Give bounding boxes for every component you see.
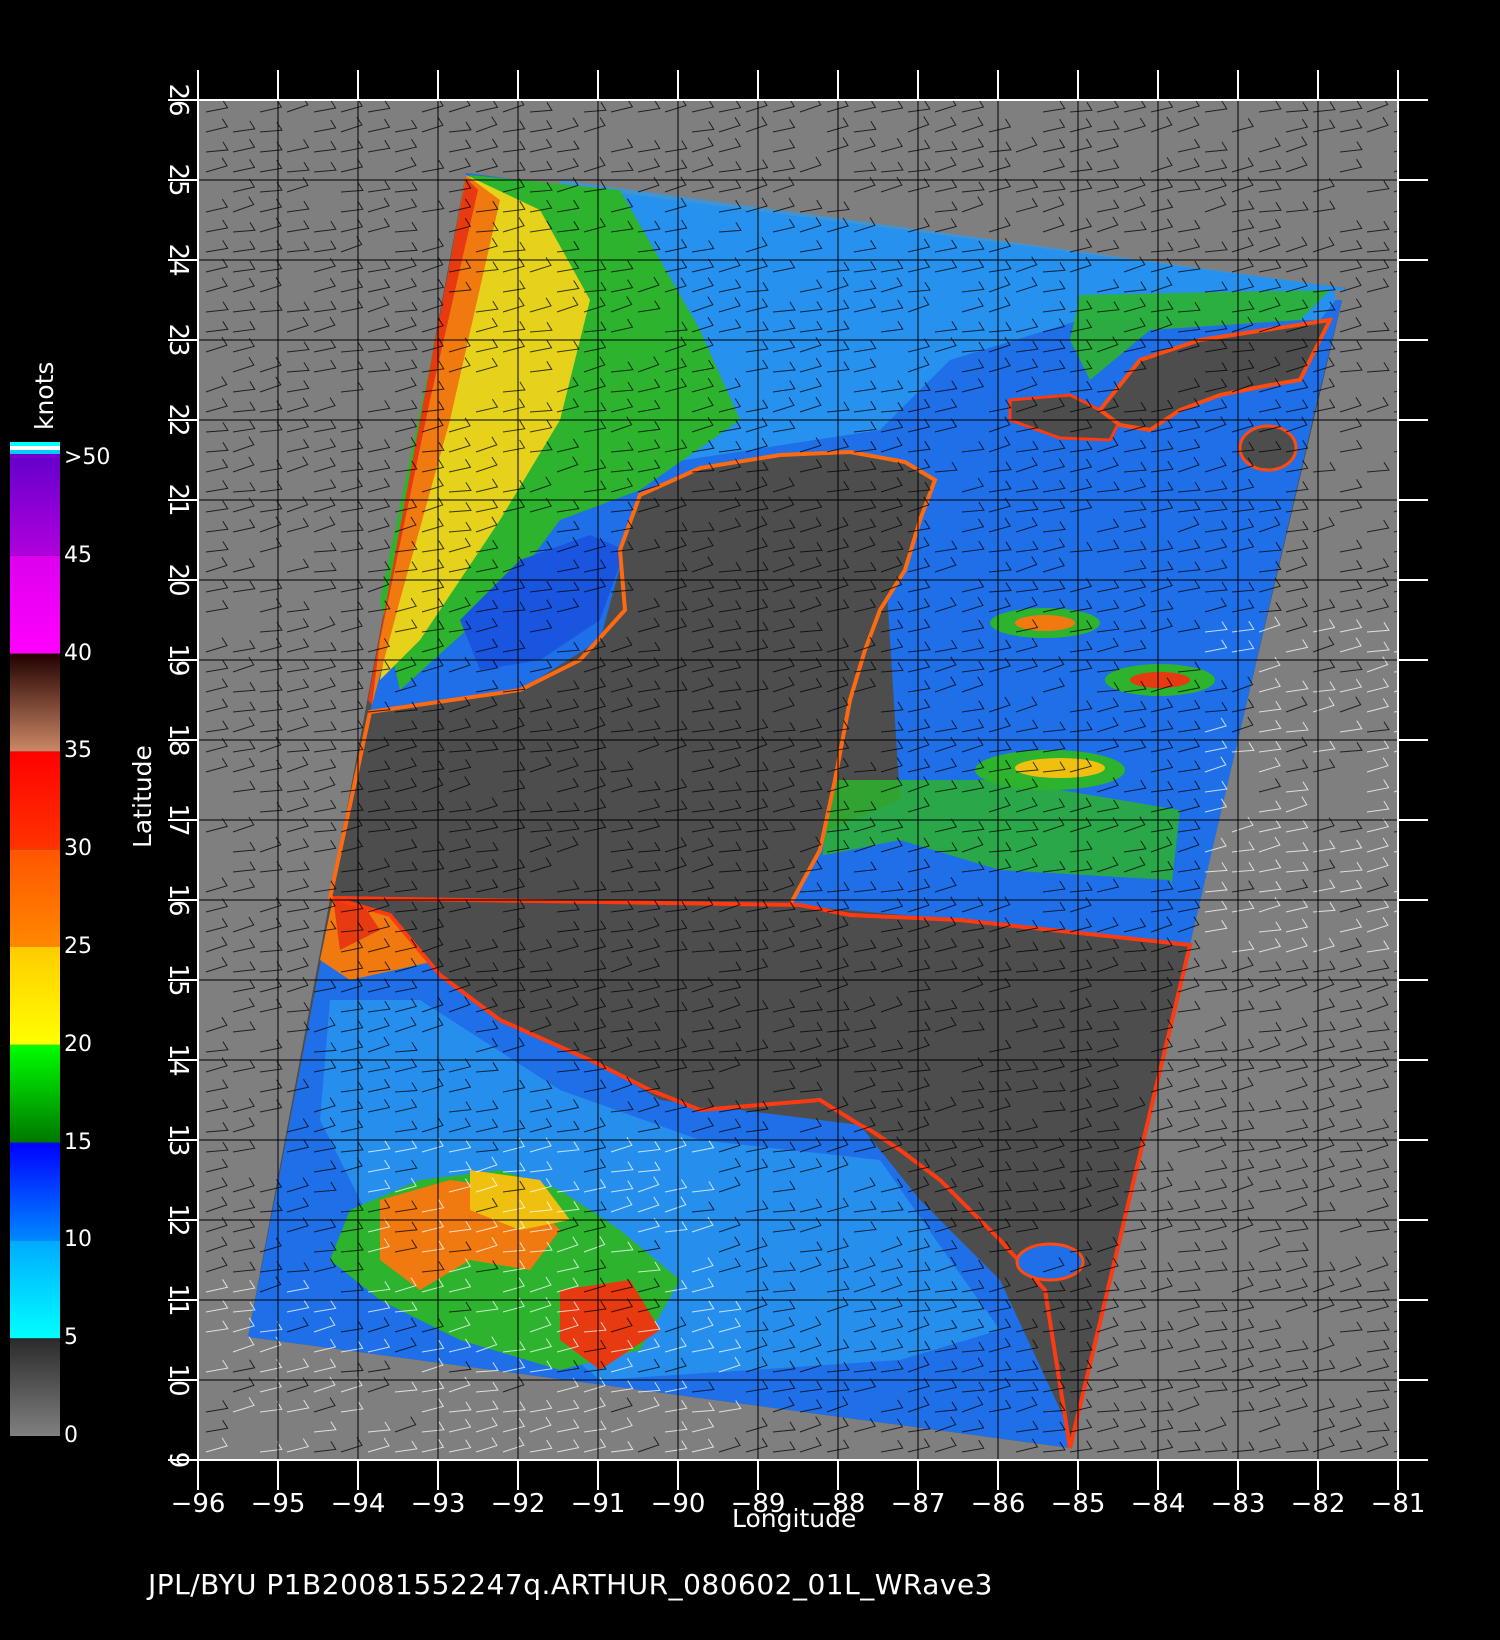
x-tick-label: −81 bbox=[1371, 1489, 1426, 1519]
y-tick-label: 23 bbox=[163, 323, 193, 356]
caribbean-wind-band-2-core bbox=[1130, 672, 1190, 688]
colorbar-segment bbox=[10, 458, 60, 556]
x-tick-label: −83 bbox=[1211, 1489, 1266, 1519]
colorbar-tick-label: 5 bbox=[64, 1325, 78, 1351]
x-axis-title: Longitude bbox=[732, 1504, 857, 1533]
colorbar-tick-label: 20 bbox=[64, 1031, 92, 1057]
x-tick-label: −85 bbox=[1051, 1489, 1106, 1519]
y-tick-label: 20 bbox=[163, 563, 193, 596]
y-tick-label: 12 bbox=[163, 1203, 193, 1236]
wind-map-figure: −96 −95 −94 −93 −92 −91 −90 −89 −88 −87 −86 −85 −84−… bbox=[0, 0, 1500, 1640]
colorbar-tick-label: 30 bbox=[64, 836, 92, 862]
x-tick-label: −84 bbox=[1131, 1489, 1186, 1519]
colorbar-segment bbox=[10, 1142, 60, 1241]
lake-nicaragua-land bbox=[1015, 1242, 1085, 1282]
x-tick-label: −90 bbox=[651, 1489, 706, 1519]
colorbar-segment bbox=[10, 849, 60, 947]
colorbar-tick-label: 25 bbox=[64, 934, 92, 959]
y-tick-label: 22 bbox=[163, 403, 193, 436]
colorbar-tick-label: 10 bbox=[64, 1227, 92, 1253]
y-tick-label: 15 bbox=[163, 963, 193, 996]
colorbar-tick-label: >50 bbox=[64, 445, 111, 470]
y-axis-title: Latitude bbox=[128, 745, 157, 848]
colorbar-segment bbox=[10, 555, 60, 654]
caribbean-wind-band-3-core bbox=[1015, 758, 1105, 778]
colorbar-segment bbox=[10, 1240, 60, 1339]
colorbar-overflow-stripe bbox=[10, 454, 60, 458]
colorbar-segment bbox=[10, 653, 60, 752]
y-tick-label: 10 bbox=[163, 1363, 193, 1396]
y-tick-label: 14 bbox=[163, 1043, 193, 1076]
x-tick-label: −95 bbox=[251, 1489, 306, 1519]
wind-speed-colorbar bbox=[10, 442, 60, 1436]
y-tick-label: 18 bbox=[163, 723, 193, 756]
y-tick-label: 21 bbox=[163, 483, 193, 516]
x-tick-label: −93 bbox=[411, 1489, 466, 1519]
y-tick-label: 9 bbox=[163, 1452, 193, 1469]
colorbar-segment bbox=[10, 947, 60, 1045]
colorbar-unit-label: knots bbox=[30, 361, 59, 430]
colorbar-overflow-stripe bbox=[10, 446, 60, 450]
colorbar-tick-label: 35 bbox=[64, 738, 92, 764]
x-tick-label: −86 bbox=[971, 1489, 1026, 1519]
x-tick-label: −96 bbox=[171, 1489, 226, 1519]
map-plot-area bbox=[198, 100, 1398, 1460]
colorbar-tick-label: 0 bbox=[64, 1423, 78, 1448]
colorbar-tick-label: 45 bbox=[64, 542, 92, 568]
y-tick-label: 13 bbox=[163, 1123, 193, 1156]
colorbar-tick-label: 15 bbox=[64, 1129, 92, 1155]
caribbean-wind-band-1-core bbox=[1015, 615, 1075, 631]
x-tick-label: −87 bbox=[891, 1489, 946, 1519]
colorbar-segment bbox=[10, 1044, 60, 1143]
y-tick-label: 24 bbox=[163, 243, 193, 276]
colorbar-segment bbox=[10, 751, 60, 850]
y-tick-label: 26 bbox=[163, 83, 193, 116]
x-tick-label: −94 bbox=[331, 1489, 386, 1519]
y-tick-label: 16 bbox=[163, 883, 193, 916]
y-tick-label: 17 bbox=[163, 803, 193, 836]
colorbar-tick-label: 40 bbox=[64, 640, 92, 666]
x-tick-label: −82 bbox=[1291, 1489, 1346, 1519]
y-tick-label: 11 bbox=[163, 1283, 193, 1316]
x-tick-label: −92 bbox=[491, 1489, 546, 1519]
y-tick-label: 19 bbox=[163, 643, 193, 676]
y-tick-label: 25 bbox=[163, 163, 193, 196]
colorbar-overflow-stripe bbox=[10, 450, 60, 454]
isla-de-la-juventud-land bbox=[1238, 424, 1298, 472]
x-tick-label: −91 bbox=[571, 1489, 626, 1519]
colorbar-overflow-stripe bbox=[10, 442, 60, 446]
colorbar-segment bbox=[10, 1338, 60, 1436]
product-footer-label: JPL/BYU P1B20081552247q.ARTHUR_080602_01… bbox=[148, 1568, 993, 1601]
